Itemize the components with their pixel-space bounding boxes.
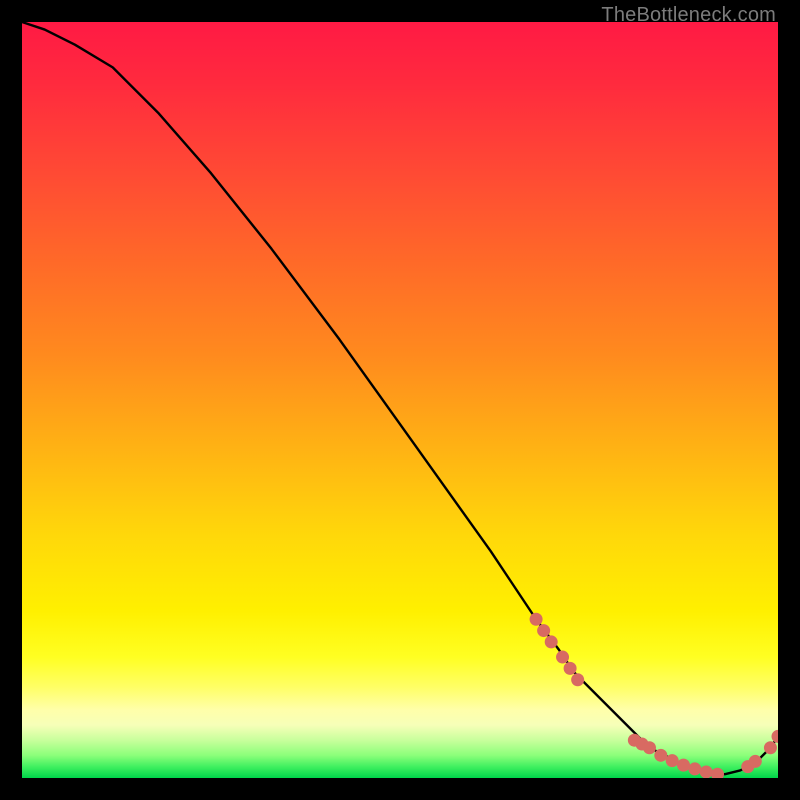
curve-marker (628, 734, 641, 747)
curve-marker (556, 651, 569, 664)
curve-marker (545, 635, 558, 648)
curve-marker (571, 673, 584, 686)
curve-marker (537, 624, 550, 637)
curve-marker (711, 768, 724, 778)
curve-marker (643, 741, 656, 754)
curve-marker (635, 737, 648, 750)
curve-marker (688, 762, 701, 775)
watermark-text: TheBottleneck.com (601, 4, 776, 27)
curve-marker (749, 755, 762, 768)
curve-marker (772, 730, 779, 743)
chart-frame: TheBottleneck.com (0, 0, 800, 800)
curve-marker (741, 760, 754, 773)
plot-area (22, 22, 778, 778)
bottleneck-curve (22, 22, 778, 778)
curve-marker (654, 749, 667, 762)
curve-marker (666, 754, 679, 767)
curve-marker (564, 662, 577, 675)
curve-marker (700, 765, 713, 778)
curve-marker (764, 741, 777, 754)
curve-markers (22, 22, 778, 778)
curve-marker (530, 613, 543, 626)
curve-marker (677, 759, 690, 772)
